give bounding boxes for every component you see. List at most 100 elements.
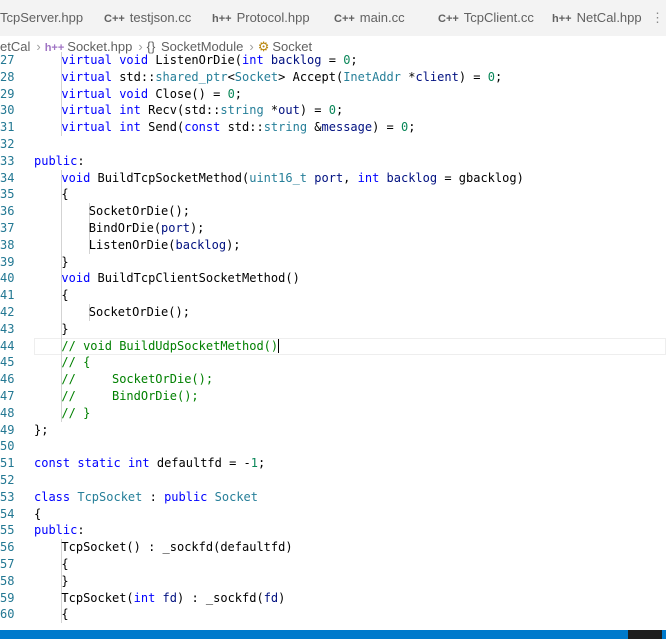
code-line[interactable]: 37 BindOrDie(port);	[0, 220, 666, 237]
code-text: public:	[34, 522, 85, 539]
line-number: 28	[0, 69, 15, 84]
code-text: // BindOrDie();	[61, 388, 198, 405]
code-line[interactable]: 32	[0, 136, 666, 153]
code-line[interactable]: 58}	[0, 572, 666, 590]
editor-tab[interactable]: C++ main.cc	[334, 0, 405, 36]
indent-guide	[61, 236, 63, 254]
code-token: void	[61, 271, 98, 286]
code-line[interactable]: 29 virtual void Close() = 0;	[0, 85, 666, 103]
code-token: defaultfd = -	[156, 456, 251, 471]
code-line[interactable]: 36 SocketOrDie();	[0, 203, 666, 220]
line-number: 57	[0, 557, 15, 571]
code-line[interactable]: 54 {	[0, 506, 666, 523]
line-number: 48	[0, 405, 15, 420]
code-token: ListenOrDie(	[155, 53, 243, 67]
editor-tab[interactable]: C++ TcpClient.cc	[438, 0, 534, 36]
editor-tab[interactable]: h++ NetCal.hpp	[552, 0, 642, 36]
code-token: 0	[227, 86, 235, 101]
code-token: &	[314, 120, 322, 135]
code-line[interactable]: 57 {	[0, 556, 666, 573]
code-token: ) =	[299, 103, 329, 118]
line-number: 45	[0, 355, 15, 370]
code-token: backlog	[270, 53, 322, 67]
code-token: port	[161, 221, 190, 235]
code-line[interactable]: 39}	[0, 253, 666, 271]
code-line[interactable]: 30 virtual int Recv(std::string *out) = 0…	[0, 102, 666, 120]
code-line[interactable]: 59 TcpSocket(int fd) : _sockfd(fd)	[0, 589, 666, 607]
code-line[interactable]: 52	[0, 472, 666, 489]
code-text: virtual int Recv(std::string *out) = 0;	[61, 102, 343, 119]
editor-tab[interactable]: TcpServer.hpp	[0, 0, 83, 36]
line-number: 47	[0, 389, 15, 403]
code-token: const	[34, 456, 78, 471]
line-number: 30	[0, 103, 15, 118]
line-number: 38	[0, 237, 15, 252]
indent-guide	[61, 304, 63, 321]
code-text: {	[61, 287, 68, 304]
editor-tab[interactable]: h++ Protocol.hpp	[212, 0, 310, 36]
code-token: ListenOrDie(	[88, 237, 176, 252]
code-text: const static int defaultfd = -1;	[34, 455, 265, 472]
editor-tab-bar: TcpServer.hpp C++ testjson.cc h++ Protocol.h…	[0, 0, 666, 37]
code-line[interactable]: 46 // SocketOrDie();	[0, 371, 666, 388]
code-text: public:	[34, 153, 85, 170]
code-token: }	[61, 254, 69, 269]
code-token: port	[314, 170, 344, 185]
code-token: {	[61, 288, 69, 303]
code-editor[interactable]: 27 virtual void ListenOrDie(int backlog =…	[0, 52, 666, 632]
code-text: // }	[61, 405, 90, 422]
code-line[interactable]: 35 {	[0, 186, 666, 204]
line-number: 27	[0, 53, 15, 67]
code-token: {	[34, 506, 42, 521]
code-line[interactable]: 43}	[0, 320, 666, 338]
code-line[interactable]: 34 void BuildTcpSocketMethod(uint16_t por…	[0, 169, 666, 187]
code-line[interactable]: 28 virtual std::shared_ptr<Socket> Accept…	[0, 68, 666, 86]
code-line[interactable]: 45 // {	[0, 354, 666, 372]
code-token: backlog	[175, 237, 227, 252]
editor-tab[interactable]: C++ testjson.cc	[104, 0, 191, 36]
code-line[interactable]: 55 public:	[0, 522, 666, 539]
code-token: public	[164, 489, 215, 504]
tab-overflow-icon[interactable]: ⋮	[651, 0, 664, 36]
code-text: virtual void Close() = 0;	[61, 86, 242, 103]
code-text: SocketOrDie();	[89, 203, 190, 220]
code-token: ;	[258, 456, 266, 471]
code-line[interactable]: 49};	[0, 422, 666, 439]
indent-guide	[61, 220, 63, 237]
code-line[interactable]: 27 virtual void ListenOrDie(int backlog =…	[0, 52, 666, 69]
code-line[interactable]: 53 class TcpSocket : public Socket	[0, 489, 666, 506]
code-line[interactable]: 60 {	[0, 606, 666, 624]
code-token: <	[227, 69, 235, 84]
code-text: void BuildTcpClientSocketMethod()	[61, 270, 299, 287]
code-line[interactable]: 31 virtual int Send(const std::string &me…	[0, 119, 666, 136]
code-text: // SocketOrDie();	[61, 371, 213, 388]
code-token: fd	[162, 590, 177, 605]
code-line[interactable]: 50	[0, 438, 666, 455]
code-token: InetAddr	[343, 69, 409, 84]
code-token: std::	[227, 120, 264, 135]
code-token: class	[34, 489, 78, 504]
status-badge	[628, 630, 662, 639]
code-line[interactable]: 44 // void BuildUdpSocketMethod()	[0, 337, 666, 355]
code-line[interactable]: 48 // }	[0, 404, 666, 422]
code-token: TcpSocket	[77, 489, 150, 504]
code-token: int	[242, 53, 271, 67]
code-line[interactable]: 33 public:	[0, 153, 666, 170]
code-token: std::	[119, 69, 156, 84]
code-text: {	[61, 606, 68, 623]
code-line[interactable]: 42 SocketOrDie();	[0, 304, 666, 321]
code-line[interactable]: 40 void BuildTcpClientSocketMethod()	[0, 270, 666, 288]
code-line[interactable]: 51 const static int defaultfd = -1;	[0, 455, 666, 472]
code-text: // void BuildUdpSocketMethod()	[61, 338, 280, 355]
code-token: :	[149, 489, 165, 504]
code-line[interactable]: 47 // BindOrDie();	[0, 388, 666, 405]
code-token: int	[127, 456, 157, 471]
tab-label: TcpClient.cc	[463, 10, 534, 25]
code-token: );	[189, 221, 205, 235]
code-line[interactable]: 41 {	[0, 287, 666, 304]
code-token: client	[415, 69, 459, 84]
code-line[interactable]: 56 TcpSocket() : _sockfd(defaultfd)	[0, 539, 666, 556]
tab-label: main.cc	[359, 10, 405, 25]
status-bar	[0, 630, 666, 639]
code-line[interactable]: 38 ListenOrDie(backlog);	[0, 236, 666, 254]
